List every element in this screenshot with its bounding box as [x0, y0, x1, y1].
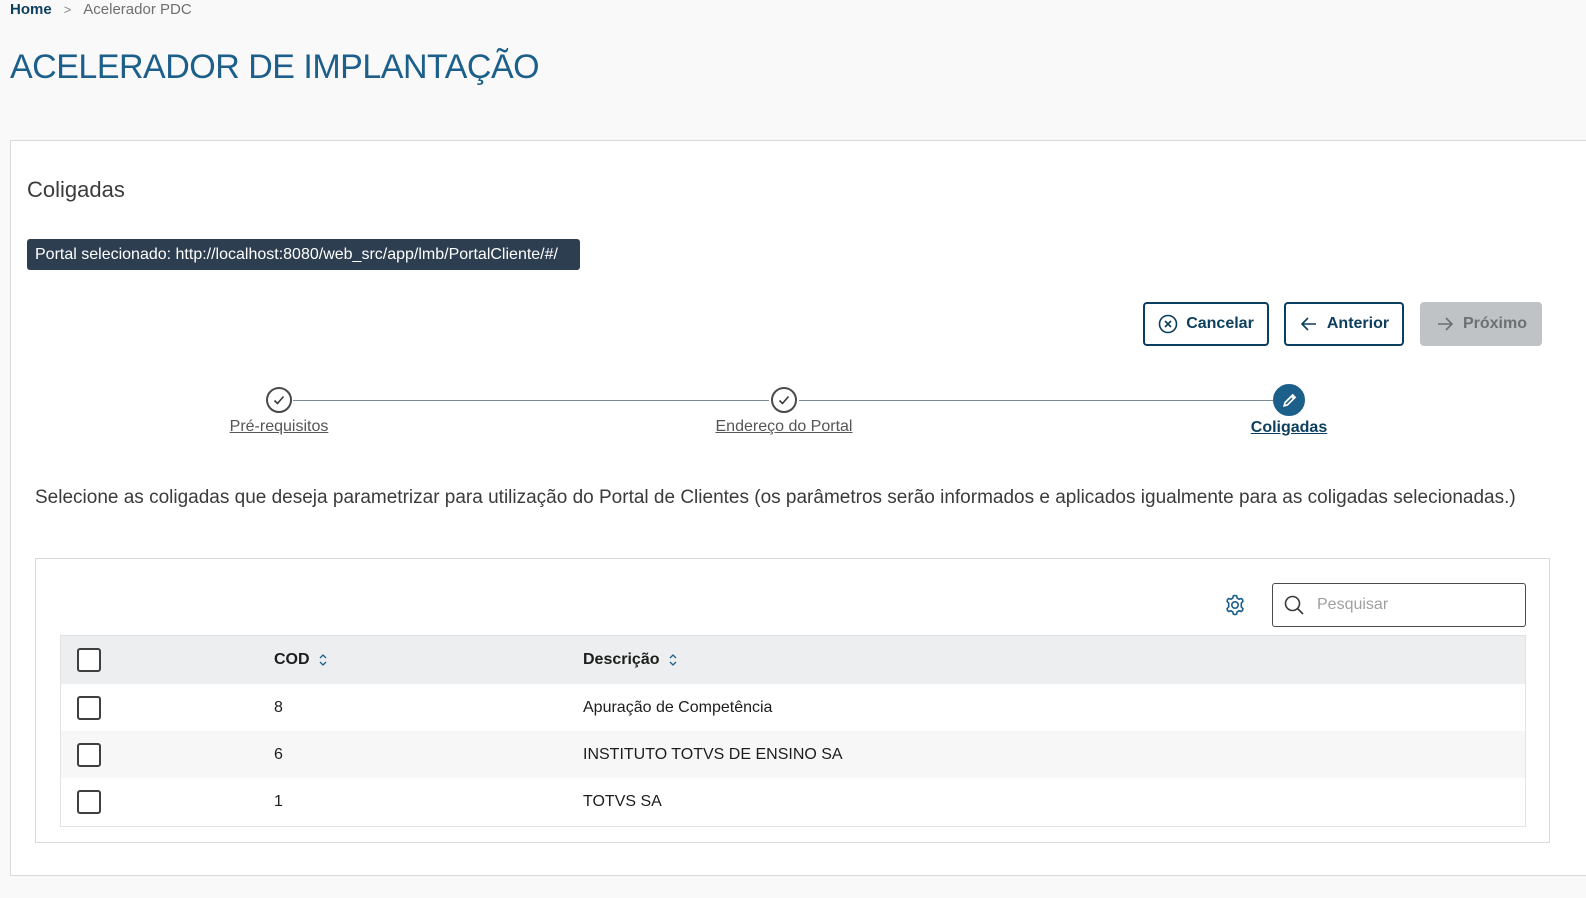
column-header-label: Descrição: [583, 651, 660, 668]
cell-cod: 1: [274, 792, 283, 810]
portal-selected-tag: Portal selecionado: http://localhost:808…: [27, 239, 580, 270]
sort-icon[interactable]: [668, 652, 678, 668]
coligadas-table-panel: COD Descrição 8 Apuração de Competência …: [35, 558, 1550, 843]
step-done-circle: [771, 387, 797, 413]
x-circle-icon: [1158, 314, 1178, 334]
cell-descricao: Apuração de Competência: [583, 698, 773, 716]
next-button-label: Próximo: [1462, 315, 1527, 332]
pencil-icon: [1282, 393, 1296, 407]
breadcrumb-separator: >: [63, 1, 72, 17]
arrow-left-icon: [1300, 317, 1316, 331]
step-endereco-portal[interactable]: Endereço do Portal: [704, 385, 864, 436]
table-row[interactable]: 8 Apuração de Competência: [61, 684, 1525, 731]
search-input[interactable]: [1317, 596, 1517, 614]
row-checkbox[interactable]: [77, 695, 101, 720]
arrow-right-icon: [1437, 317, 1454, 331]
cell-cod: 8: [274, 698, 283, 716]
cell-cod: 6: [274, 745, 283, 763]
cell-descricao: INSTITUTO TOTVS DE ENSINO SA: [583, 745, 843, 763]
cancel-button[interactable]: Cancelar: [1143, 302, 1269, 346]
breadcrumb-current: Acelerador PDC: [83, 0, 192, 18]
page-title: ACELERADOR DE IMPLANTAÇÃO: [10, 48, 540, 86]
step-active-circle: [1273, 384, 1305, 416]
row-checkbox[interactable]: [77, 742, 101, 767]
coligadas-table: COD Descrição 8 Apuração de Competência …: [60, 635, 1526, 827]
cancel-button-label: Cancelar: [1186, 315, 1254, 332]
next-button[interactable]: Próximo: [1420, 302, 1542, 346]
section-title: Coligadas: [27, 177, 125, 202]
stepper-connector: [799, 400, 1274, 401]
table-row[interactable]: 1 TOTVS SA: [61, 778, 1525, 825]
column-header-label: COD: [274, 651, 310, 668]
step-label-active[interactable]: Coligadas: [1251, 419, 1327, 437]
step-coligadas[interactable]: Coligadas: [1209, 384, 1369, 437]
breadcrumb-home-link[interactable]: Home: [10, 1, 52, 18]
search-icon: [1284, 595, 1304, 615]
wizard-card: Coligadas Portal selecionado: http://loc…: [10, 140, 1586, 876]
step-pre-requisitos[interactable]: Pré-requisitos: [199, 385, 359, 436]
step-done-circle: [266, 387, 292, 413]
search-field[interactable]: [1272, 583, 1526, 627]
step-label[interactable]: Pré-requisitos: [230, 418, 329, 436]
stepper-connector: [293, 400, 769, 401]
step-label[interactable]: Endereço do Portal: [716, 418, 853, 436]
cell-descricao: TOTVS SA: [583, 792, 662, 810]
previous-button-label: Anterior: [1326, 315, 1390, 332]
sort-icon[interactable]: [318, 652, 328, 668]
row-checkbox[interactable]: [77, 789, 101, 814]
instructions-text: Selecione as coligadas que deseja parame…: [35, 487, 1516, 508]
table-header-row: COD Descrição: [61, 636, 1525, 684]
breadcrumb: Home > Acelerador PDC: [10, 0, 192, 18]
column-header-cod[interactable]: COD: [274, 651, 328, 669]
gear-icon[interactable]: [1223, 593, 1247, 617]
check-icon: [778, 395, 790, 405]
stepper: Pré-requisitos Endereço do Portal Coliga…: [11, 384, 1571, 445]
select-all-checkbox[interactable]: [77, 648, 101, 672]
column-header-descricao[interactable]: Descrição: [583, 651, 678, 669]
check-icon: [273, 395, 285, 405]
previous-button[interactable]: Anterior: [1284, 302, 1404, 346]
table-row[interactable]: 6 INSTITUTO TOTVS DE ENSINO SA: [61, 731, 1525, 778]
